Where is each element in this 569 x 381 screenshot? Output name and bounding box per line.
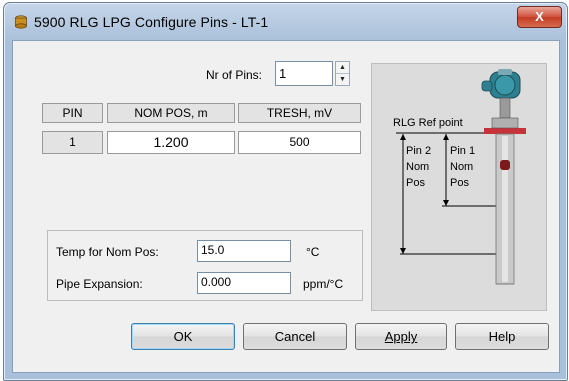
nr-of-pins-label: Nr of Pins: [206,68,263,82]
nr-of-pins-input[interactable]: 1 [275,61,333,86]
dialog-window: 5900 RLG LPG Configure Pins - LT-1 X Nr … [3,2,568,381]
pin-column-header: PIN [42,103,103,123]
close-icon: X [535,9,544,24]
spin-down-icon[interactable]: ▼ [336,73,349,85]
pin2-label-line3: Pos [406,177,425,189]
pin1-label-line3: Pos [450,177,469,189]
temp-nom-pos-label: Temp for Nom Pos: [56,245,159,259]
pipe-expansion-label: Pipe Expansion: [56,277,143,291]
cancel-button[interactable]: Cancel [243,323,347,350]
dialog-client-area: Nr of Pins: 1 ▲ ▼ PIN NOM POS, m TRESH, … [12,40,560,373]
gauge-diagram: RLG Ref point Pin 2 Nom Pos Pin 1 Nom Po… [371,63,547,311]
nom-pos-cell[interactable]: 1.200 [107,131,235,154]
temp-nom-pos-input[interactable]: 15.0 [197,240,291,262]
nr-of-pins-spinner[interactable]: ▲ ▼ [335,61,350,86]
pipe-expansion-input[interactable]: 0.000 [197,272,291,294]
ok-button[interactable]: OK [131,323,235,350]
apply-button[interactable]: Apply [355,323,447,350]
close-button[interactable]: X [517,6,562,28]
gauge-illustration: RLG Ref point Pin 2 Nom Pos Pin 1 Nom Po… [393,69,526,285]
title-bar[interactable]: 5900 RLG LPG Configure Pins - LT-1 X [4,3,567,41]
pin2-label-line1: Pin 2 [406,145,431,157]
spin-up-icon[interactable]: ▲ [336,62,349,73]
tresh-column-header: TRESH, mV [238,103,361,123]
pin-number-cell: 1 [42,131,103,154]
temp-unit-label: °C [306,245,320,259]
nom-pos-column-header: NOM POS, m [107,103,235,123]
pin2-label-line2: Nom [406,161,429,173]
pin1-label-line1: Pin 1 [450,145,475,157]
pipe-unit-label: ppm/°C [303,277,344,291]
help-button[interactable]: Help [455,323,549,350]
tresh-cell[interactable]: 500 [238,131,361,154]
app-icon [15,15,27,29]
pin1-label-line2: Nom [450,161,473,173]
window-title: 5900 RLG LPG Configure Pins - LT-1 [34,14,269,30]
rlg-ref-point-label: RLG Ref point [393,117,463,129]
